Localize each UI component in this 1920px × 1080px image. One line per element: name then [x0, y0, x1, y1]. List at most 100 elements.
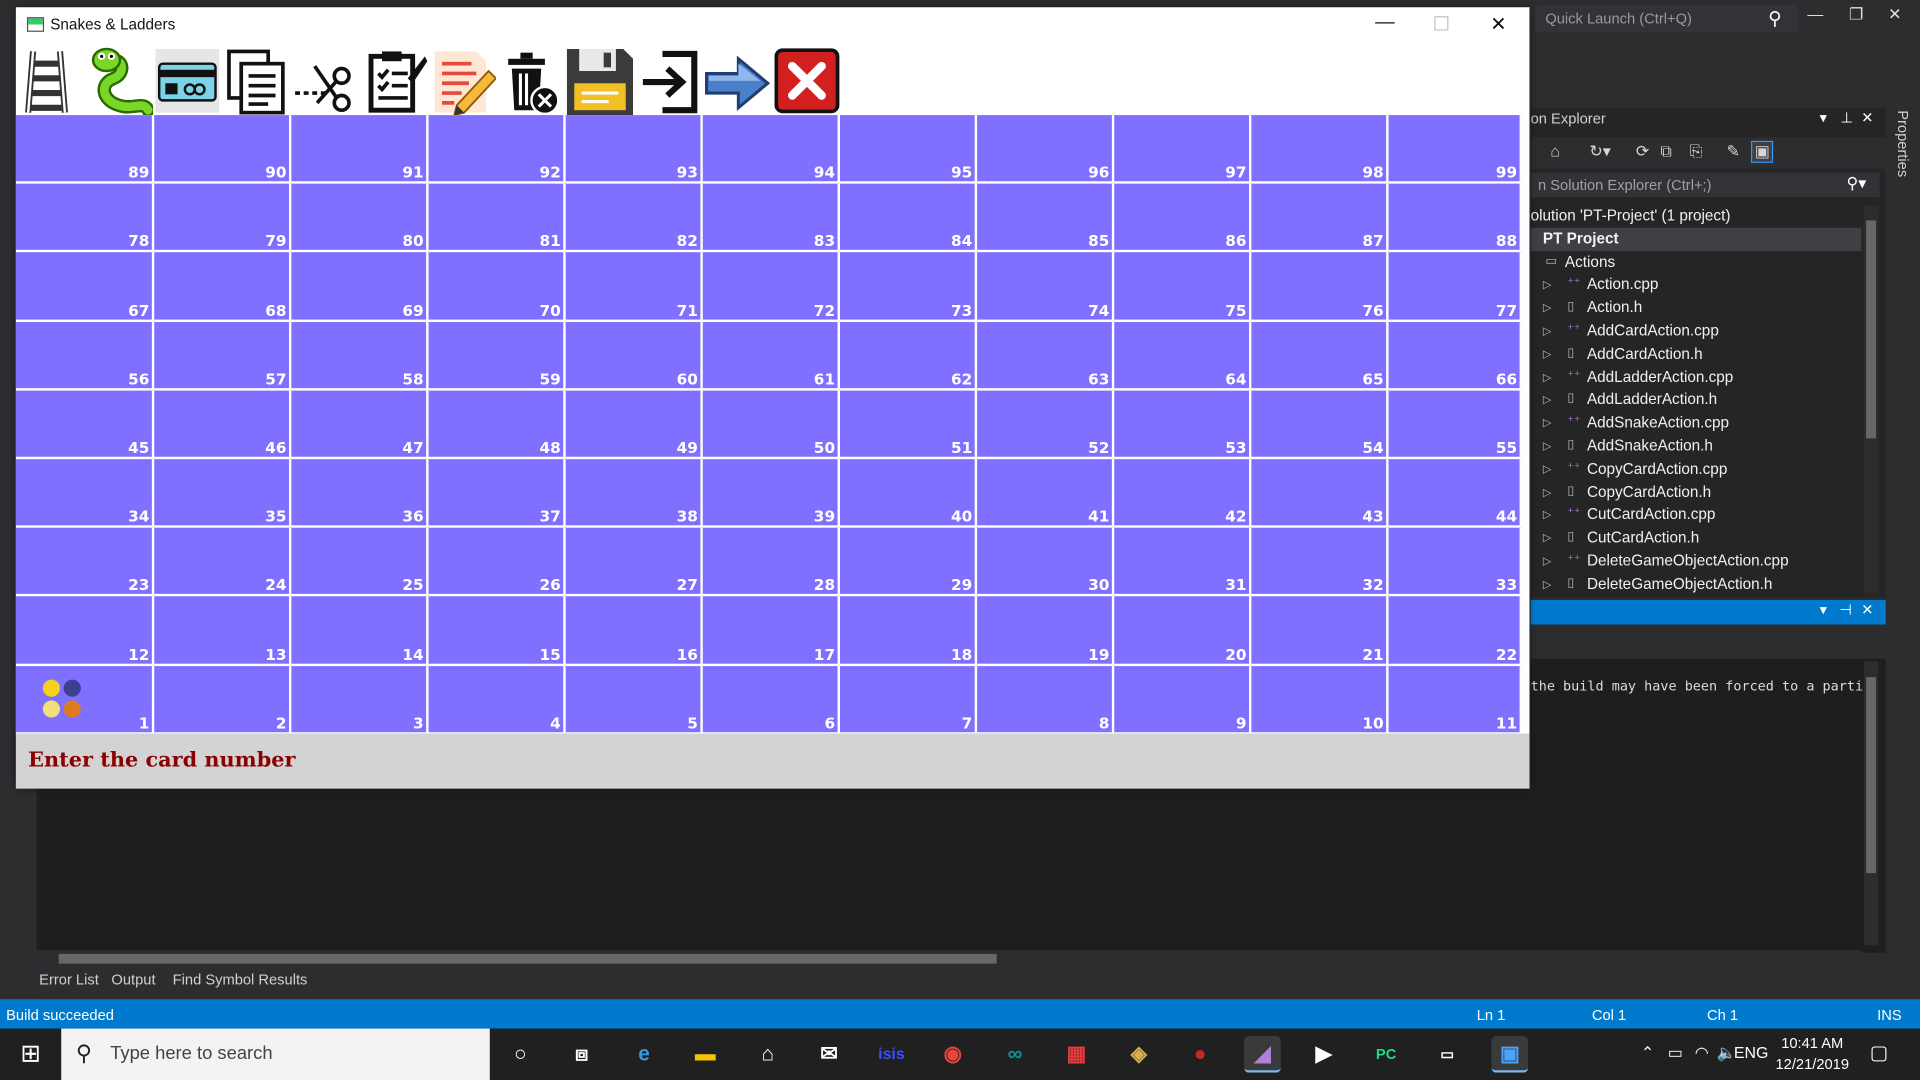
board-cell[interactable]: 14 [291, 596, 429, 666]
expand-arrow-icon[interactable]: ▷ [1543, 481, 1551, 503]
board-cell[interactable]: 72 [702, 252, 841, 322]
board-cell[interactable]: 20 [1114, 596, 1252, 666]
chrome-icon[interactable]: ◉ [934, 1036, 971, 1073]
expand-arrow-icon[interactable]: ▷ [1543, 320, 1551, 342]
board-cell[interactable]: 9 [1114, 665, 1252, 735]
expand-arrow-icon[interactable]: ▷ [1543, 297, 1551, 319]
close-icon[interactable]: ✕ [1490, 12, 1506, 36]
board-cell[interactable]: 47 [291, 390, 429, 460]
card-icon[interactable] [153, 47, 222, 116]
board-cell[interactable]: 29 [840, 527, 978, 597]
tree-item[interactable]: ▷ ▯ AddSnakeAction.h [1531, 435, 1862, 458]
switch-mode-icon[interactable] [702, 47, 771, 116]
restore-icon[interactable]: ❐ [1849, 5, 1863, 25]
tree-item[interactable]: ▭ Actions [1531, 251, 1862, 274]
tree-item[interactable]: ▷ ⁺⁺ CutCardAction.cpp [1531, 504, 1862, 527]
expand-arrow-icon[interactable]: ▷ [1543, 389, 1551, 411]
collapse-all-icon[interactable]: ⧉ [1660, 142, 1671, 162]
expand-arrow-icon[interactable]: ▷ [1543, 366, 1551, 388]
board-cell[interactable]: 39 [702, 459, 841, 528]
board-cell[interactable]: 58 [291, 321, 429, 391]
tab-output[interactable]: Output [111, 971, 155, 988]
dropdown-icon[interactable]: ▾ [1820, 109, 1827, 126]
board-cell[interactable]: 84 [840, 183, 978, 253]
edge-icon[interactable]: e [626, 1036, 663, 1073]
board-cell[interactable]: 60 [565, 321, 703, 391]
delete-icon[interactable] [496, 47, 565, 116]
tree-item[interactable]: ▷ ⁺⁺ DeleteGameObjectAction.cpp [1531, 550, 1862, 573]
app-icon[interactable]: ▶ [1305, 1036, 1342, 1073]
expand-arrow-icon[interactable]: ▷ [1543, 274, 1551, 296]
search-icon[interactable]: ⚲▾ [1847, 174, 1867, 194]
arduino-icon[interactable]: ∞ [997, 1036, 1034, 1073]
board-cell[interactable]: 51 [840, 390, 978, 460]
tree-item[interactable]: PT Project [1530, 227, 1862, 251]
board-cell[interactable]: 27 [565, 527, 703, 597]
cut-icon[interactable] [290, 47, 359, 116]
battery-icon[interactable]: ▭ [1668, 1043, 1683, 1063]
board-cell[interactable]: 91 [291, 115, 429, 184]
tree-item[interactable]: ▷ ⁺⁺ AddLadderAction.cpp [1531, 366, 1862, 389]
tree-item[interactable]: ▷ ▯ AddCardAction.h [1531, 343, 1862, 366]
board-cell[interactable]: 65 [1251, 321, 1389, 391]
tree-item[interactable]: ▷ ▯ CopyCardAction.h [1531, 481, 1862, 504]
board-cell[interactable]: 38 [565, 459, 703, 528]
board-cell[interactable]: 71 [565, 252, 703, 322]
board-cell[interactable]: 70 [428, 252, 566, 322]
board-cell[interactable]: 83 [702, 183, 841, 253]
board-cell[interactable]: 67 [15, 252, 155, 322]
board-cell[interactable]: 40 [840, 459, 978, 528]
board-cell[interactable]: 26 [428, 527, 566, 597]
board-cell[interactable]: 74 [977, 252, 1115, 322]
board-cell[interactable]: 86 [1114, 183, 1252, 253]
tree-item[interactable]: ▷ ⁺⁺ Action.cpp [1531, 274, 1862, 297]
board-cell[interactable]: 81 [428, 183, 566, 253]
board-cell[interactable]: 63 [977, 321, 1115, 391]
tree-item[interactable]: ▷ ⁺⁺ AddCardAction.cpp [1531, 320, 1862, 343]
board-cell[interactable]: 76 [1251, 252, 1389, 322]
board-cell[interactable]: 32 [1251, 527, 1389, 597]
board-cell[interactable]: 1 [15, 665, 155, 735]
snake-icon[interactable] [84, 47, 155, 117]
home-icon[interactable]: ⌂ [1550, 142, 1560, 160]
board-cell[interactable]: 79 [154, 183, 292, 253]
board-cell[interactable]: 68 [154, 252, 292, 322]
scrollbar-thumb[interactable] [58, 953, 997, 964]
board-cell[interactable]: 59 [428, 321, 566, 391]
board-cell[interactable]: 49 [565, 390, 703, 460]
board-cell[interactable]: 2 [154, 665, 292, 735]
solution-search-input[interactable]: n Solution Explorer (Ctrl+;) [1530, 172, 1880, 198]
board-cell[interactable]: 92 [428, 115, 566, 184]
pycharm-icon[interactable]: PC [1368, 1036, 1405, 1073]
board-cell[interactable]: 33 [1388, 527, 1523, 597]
preview-icon[interactable]: ▣ [1751, 140, 1774, 163]
board-cell[interactable]: 24 [154, 527, 292, 597]
board-cell[interactable]: 44 [1388, 459, 1523, 528]
chevron-up-icon[interactable]: ⌃ [1641, 1043, 1654, 1063]
expand-arrow-icon[interactable]: ▷ [1543, 573, 1551, 595]
board-cell[interactable]: 18 [840, 596, 978, 666]
board-cell[interactable]: 69 [291, 252, 429, 322]
board-cell[interactable]: 90 [154, 115, 292, 184]
board-cell[interactable]: 12 [15, 596, 155, 666]
close-icon[interactable]: ✕ [1861, 109, 1873, 126]
board-cell[interactable]: 46 [154, 390, 292, 460]
board-cell[interactable]: 31 [1114, 527, 1252, 597]
task-view-icon[interactable]: ⧈ [563, 1036, 600, 1073]
app-icon[interactable]: ◈ [1120, 1036, 1157, 1073]
board-cell[interactable]: 17 [702, 596, 841, 666]
paste-icon[interactable] [359, 47, 428, 116]
board-cell[interactable]: 19 [977, 596, 1115, 666]
board-cell[interactable]: 53 [1114, 390, 1252, 460]
board-cell[interactable]: 23 [15, 527, 155, 597]
pin-icon[interactable]: ⊣ [1839, 601, 1852, 618]
board-cell[interactable]: 6 [702, 665, 841, 735]
tree-item[interactable]: ▷ ⁺⁺ CopyCardAction.cpp [1531, 458, 1862, 481]
board-cell[interactable]: 42 [1114, 459, 1252, 528]
board-cell[interactable]: 21 [1251, 596, 1389, 666]
board-cell[interactable]: 41 [977, 459, 1115, 528]
show-all-files-icon[interactable]: ⎘ [1690, 142, 1703, 162]
board-cell[interactable]: 30 [977, 527, 1115, 597]
board-cell[interactable]: 56 [15, 321, 155, 391]
board-cell[interactable]: 16 [565, 596, 703, 666]
